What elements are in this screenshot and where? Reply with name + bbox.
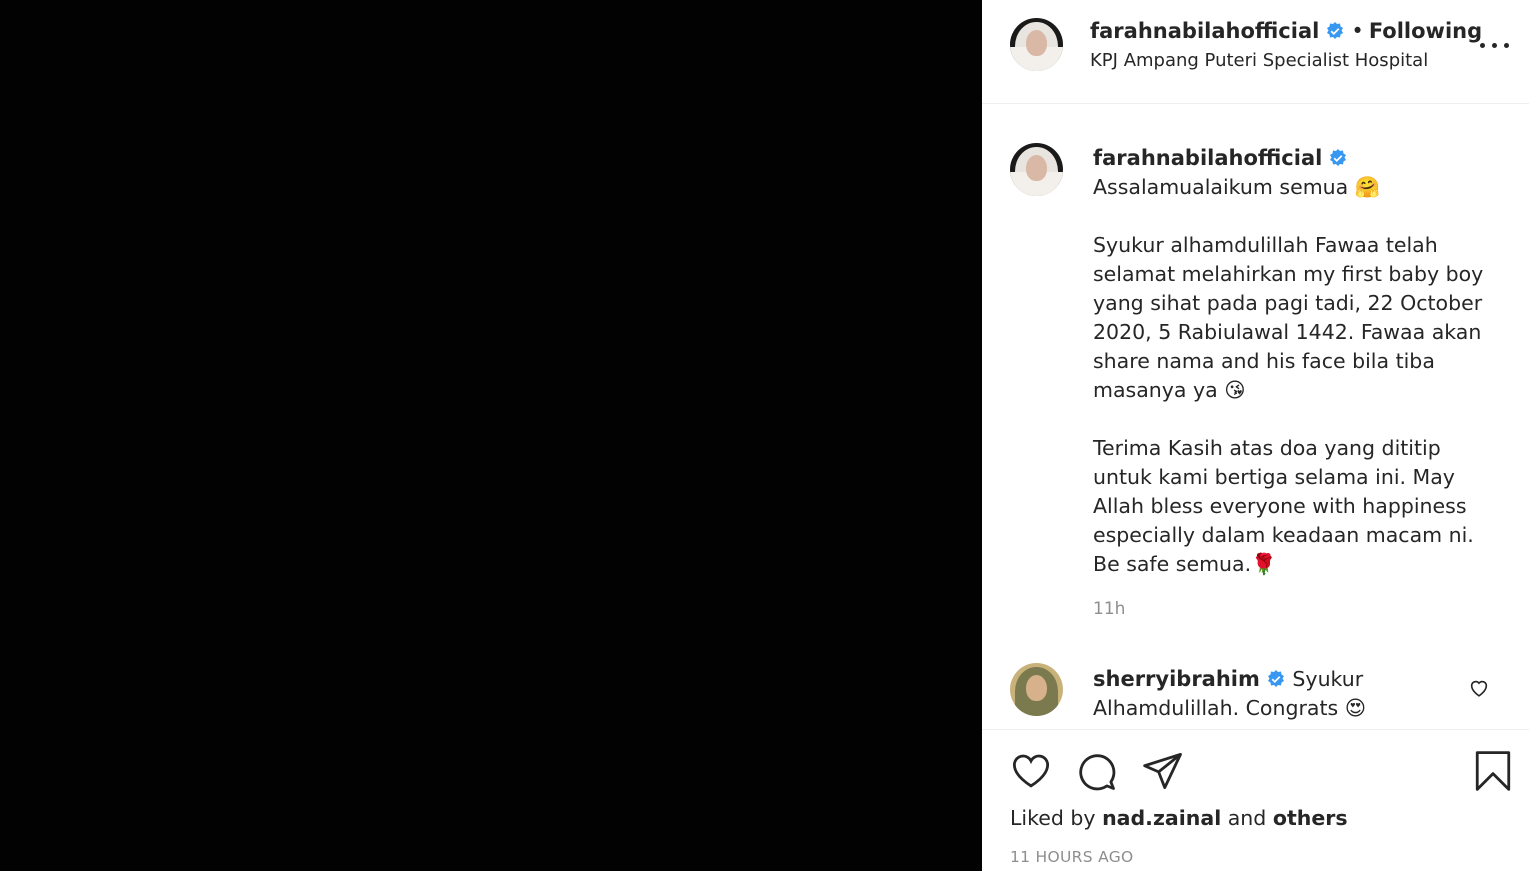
caption-author-username[interactable]: farahnabilahofficial — [1093, 146, 1322, 170]
heart-icon[interactable] — [1010, 750, 1052, 792]
caption-paragraph: Syukur alhamdulillah Fawaa telah selamat… — [1093, 233, 1484, 402]
liker-username[interactable]: nad.zainal — [1102, 806, 1221, 830]
post-side-panel: farahnabilahofficial • Following KPJ Ampa… — [982, 0, 1529, 871]
post-timestamp[interactable]: 11 HOURS AGO — [1010, 848, 1134, 866]
likes-summary: Liked by nad.zainal and others — [1010, 806, 1348, 830]
bookmark-icon[interactable] — [1472, 750, 1514, 792]
post-actions: Liked by nad.zainal and others 11 HOURS … — [982, 729, 1529, 871]
verified-icon — [1330, 149, 1347, 166]
comment-heart-icon[interactable] — [1468, 677, 1490, 699]
share-icon[interactable] — [1142, 750, 1184, 792]
post-header: farahnabilahofficial • Following KPJ Ampa… — [982, 0, 1529, 104]
comments-section[interactable]: farahnabilahofficial Assalamualaikum sem… — [982, 105, 1529, 729]
likes-others-link[interactable]: others — [1273, 806, 1348, 830]
likes-prefix: Liked by — [1010, 806, 1096, 830]
author-username[interactable]: farahnabilahofficial — [1090, 19, 1319, 43]
author-avatar[interactable] — [1010, 18, 1063, 71]
post-media[interactable] — [0, 0, 982, 871]
comment-item: sherryibrahim Syukur Alhamdulillah. Cong… — [1093, 665, 1438, 723]
caption-time[interactable]: 11h — [1093, 599, 1125, 619]
caption-paragraph: Assalamualaikum semua 🤗 — [1093, 175, 1381, 199]
header-user-line: farahnabilahofficial • Following — [1090, 16, 1482, 48]
caption-author-avatar[interactable] — [1010, 143, 1063, 196]
verified-icon — [1267, 670, 1284, 687]
more-options-icon[interactable] — [1478, 28, 1512, 62]
verified-icon — [1327, 22, 1344, 39]
location-link[interactable]: KPJ Ampang Puteri Specialist Hospital — [1090, 50, 1428, 71]
comment-icon[interactable] — [1075, 750, 1117, 792]
commenter-username[interactable]: sherryibrahim — [1093, 667, 1260, 691]
post-caption: farahnabilahofficial Assalamualaikum sem… — [1093, 144, 1493, 579]
commenter-avatar[interactable] — [1010, 663, 1063, 716]
likes-and: and — [1227, 806, 1267, 830]
following-button[interactable]: Following — [1369, 19, 1482, 43]
caption-paragraph: Terima Kasih atas doa yang dititip untuk… — [1093, 436, 1474, 576]
separator-dot: • — [1351, 19, 1364, 43]
